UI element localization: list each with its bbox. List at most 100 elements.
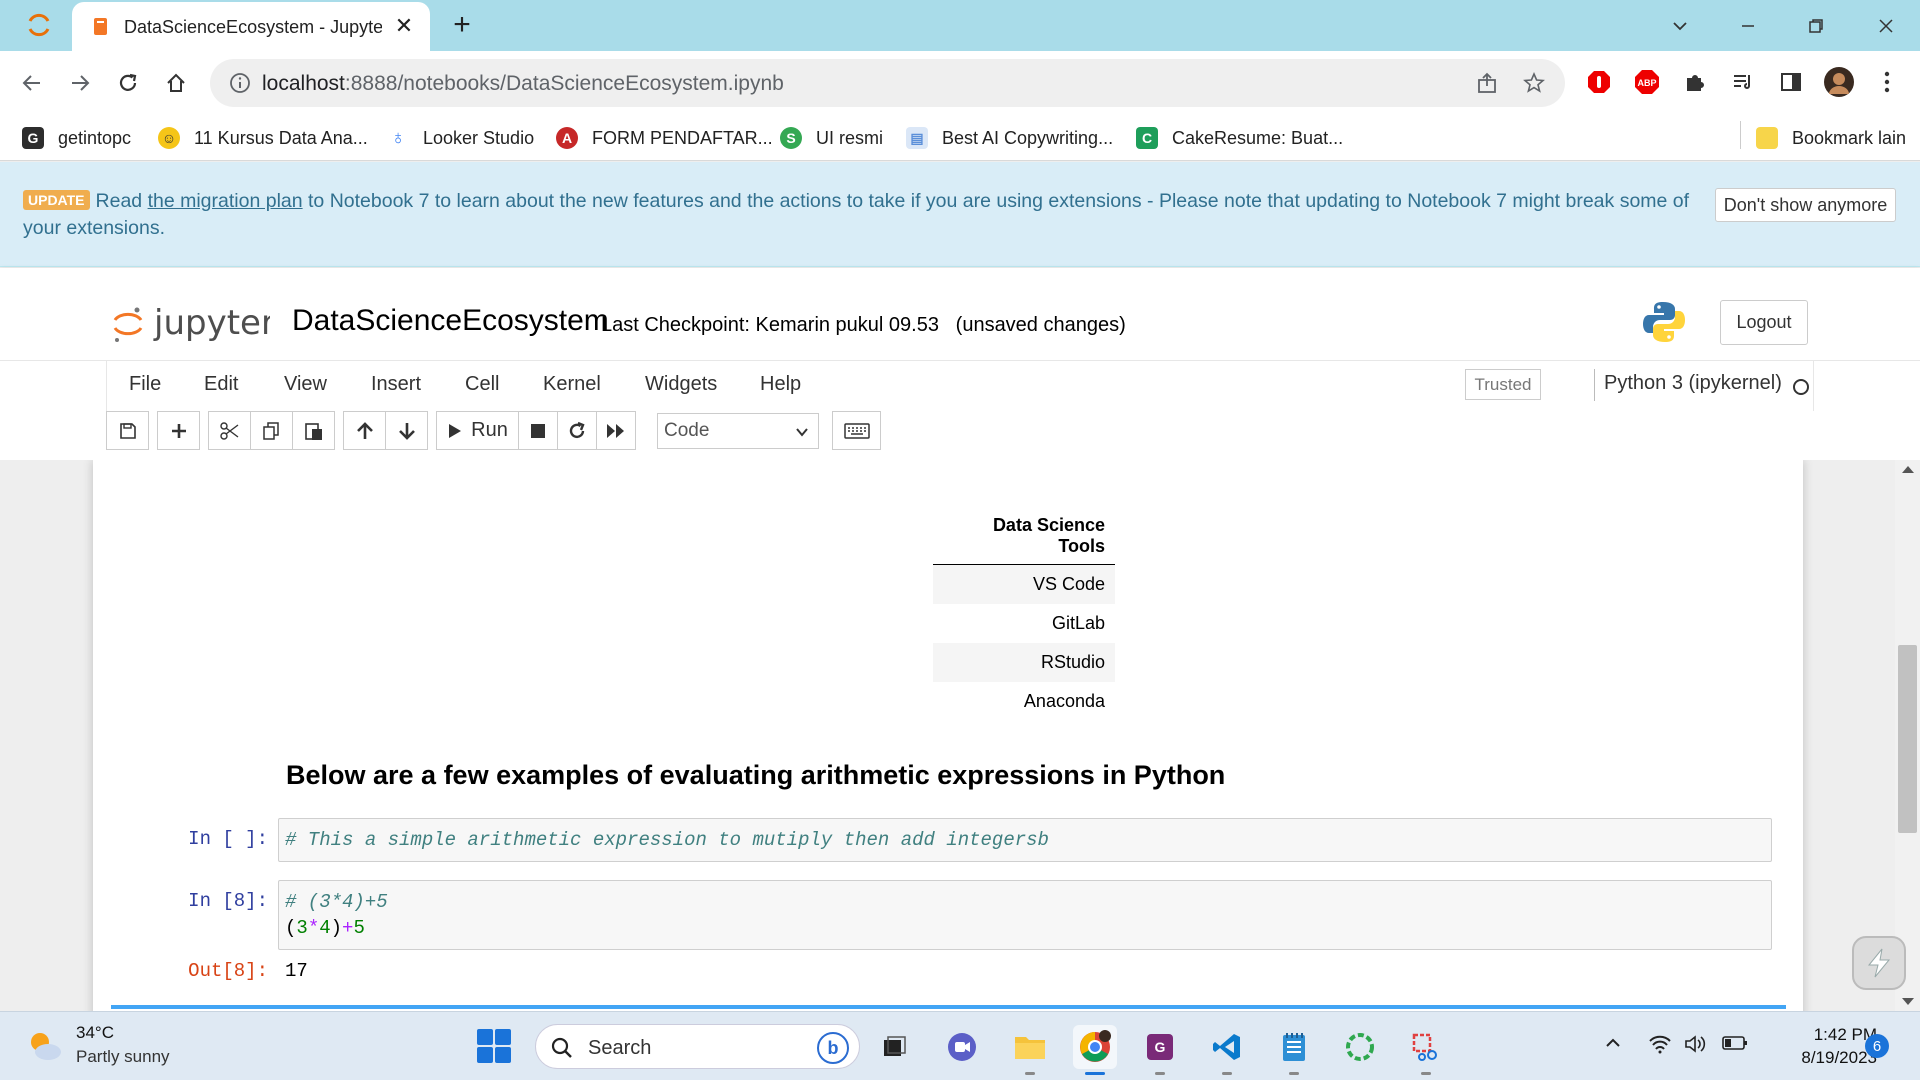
new-tab-button[interactable]: + (446, 10, 478, 42)
bookmark-divider (1740, 121, 1741, 149)
profile-avatar[interactable] (1824, 67, 1854, 97)
menu-file[interactable]: File (129, 373, 161, 396)
taskbar-search[interactable]: Search b (535, 1024, 860, 1069)
python-logo-icon (1643, 302, 1685, 342)
weather-description[interactable]: Partly sunny (76, 1047, 170, 1067)
menu-view[interactable]: View (284, 373, 327, 396)
volume-icon[interactable] (1684, 1034, 1708, 1059)
bookmark-getintopc[interactable]: Ggetintopc (22, 125, 131, 151)
restart-kernel-button[interactable] (557, 411, 597, 450)
cell-type-select[interactable]: Code (657, 413, 819, 449)
browser-menu-icon[interactable] (26, 12, 52, 38)
vscode-icon[interactable] (1205, 1025, 1249, 1075)
save-button[interactable] (106, 411, 149, 450)
bookmark-star-icon[interactable] (1522, 71, 1546, 95)
menu-edit[interactable]: Edit (204, 373, 238, 396)
bing-icon[interactable]: b (817, 1032, 849, 1064)
migration-plan-link[interactable]: the migration plan (148, 190, 303, 212)
jupyter-logo[interactable]: jupyter (110, 300, 270, 348)
bookmark-form-pendaftar[interactable]: A FORM PENDAFTAR... (556, 125, 773, 151)
bookmarks-bar: Ggetintopc ☺ 11 Kursus Data Ana... ♁ Looke… (0, 115, 1920, 161)
url-text[interactable]: localhost:8888/notebooks/DataScienceEcos… (262, 72, 784, 96)
menu-insert[interactable]: Insert (371, 373, 421, 396)
restore-icon[interactable] (1796, 8, 1836, 44)
bookmark-best-ai[interactable]: ▤ Best AI Copywriting... (906, 125, 1113, 151)
weather-temperature[interactable]: 34°C (76, 1023, 114, 1043)
notepad-icon[interactable] (1272, 1025, 1316, 1075)
reload-icon[interactable] (110, 65, 146, 101)
interrupt-button[interactable] (518, 411, 558, 450)
copy-button[interactable] (250, 411, 293, 450)
bookmark-looker-studio[interactable]: ♁ Looker Studio (387, 125, 535, 151)
code-operator: * (307, 917, 320, 939)
system-clock[interactable]: 1:42 PM 8/19/2023 (1767, 1023, 1877, 1069)
menu-kernel[interactable]: Kernel (543, 373, 601, 396)
back-arrow-icon[interactable] (14, 65, 50, 101)
scroll-down-icon[interactable] (1902, 998, 1914, 1005)
bookmark-ui-resmi[interactable]: S UI resmi (780, 125, 883, 151)
paste-button[interactable] (292, 411, 335, 450)
markdown-heading: Below are a few examples of evaluating a… (286, 760, 1226, 790)
circular-app-icon[interactable] (1338, 1025, 1382, 1069)
bookmark-kursus[interactable]: ☺ 11 Kursus Data Ana... (158, 125, 368, 151)
forward-arrow-icon[interactable] (62, 65, 98, 101)
notebook-name[interactable]: DataScienceEcosystem (292, 304, 609, 338)
tab-close-icon[interactable]: ✕ (392, 14, 416, 38)
page-scrollbar[interactable] (1895, 460, 1920, 1011)
url-bar[interactable]: localhost:8888/notebooks/DataScienceEcos… (210, 59, 1565, 107)
minimize-icon[interactable] (1728, 8, 1768, 44)
run-button[interactable]: Run (436, 411, 519, 450)
scroll-up-icon[interactable] (1902, 466, 1914, 473)
site-info-icon[interactable] (228, 71, 252, 95)
code-cell[interactable]: # This a simple arithmetic expression to… (278, 818, 1772, 862)
share-icon[interactable] (1475, 71, 1499, 95)
task-view-icon[interactable] (872, 1025, 916, 1069)
cut-button[interactable] (208, 411, 251, 450)
command-palette-button[interactable] (832, 411, 881, 450)
file-explorer-icon[interactable] (1008, 1025, 1052, 1075)
wifi-icon[interactable] (1648, 1034, 1672, 1059)
chrome-taskbar-icon[interactable] (1073, 1025, 1117, 1075)
bookmark-label: FORM PENDAFTAR... (592, 127, 773, 148)
home-icon[interactable] (158, 65, 194, 101)
side-panel-icon[interactable] (1776, 67, 1806, 97)
media-queue-icon[interactable] (1728, 67, 1758, 97)
snipping-tool-icon[interactable] (1404, 1025, 1448, 1075)
menu-cell[interactable]: Cell (465, 373, 499, 396)
start-button[interactable] (477, 1029, 511, 1063)
search-placeholder: Search (588, 1037, 652, 1059)
bookmark-other-folder[interactable]: Bookmark lain (1756, 125, 1906, 151)
adblock-plus-icon[interactable]: ABP (1632, 67, 1662, 97)
restart-run-all-button[interactable] (596, 411, 636, 450)
battery-icon[interactable] (1722, 1034, 1748, 1057)
bookmark-cakeresume[interactable]: C CakeResume: Buat... (1136, 125, 1343, 151)
code-cell[interactable]: # (3*4)+5 (3*4)+5 (278, 880, 1772, 950)
kernel-name[interactable]: Python 3 (ipykernel) (1604, 372, 1782, 395)
pdf-app-icon[interactable]: G (1138, 1025, 1182, 1075)
trusted-indicator[interactable]: Trusted (1465, 369, 1541, 400)
move-up-button[interactable] (343, 411, 386, 450)
active-tab[interactable]: DataScienceEcosystem - Jupyter N ✕ (72, 2, 430, 51)
tab-search-icon[interactable] (1660, 8, 1700, 44)
menu-help[interactable]: Help (760, 373, 801, 396)
windows-logo-tile (477, 1029, 493, 1045)
insert-cell-button[interactable] (157, 411, 200, 450)
partly-sunny-icon[interactable] (24, 1026, 64, 1066)
browser-menu-kebab-icon[interactable] (1872, 67, 1902, 97)
dont-show-anymore-button[interactable]: Don't show anymore (1715, 188, 1896, 222)
teams-chat-icon[interactable] (940, 1025, 984, 1069)
extensions-puzzle-icon[interactable] (1680, 67, 1710, 97)
menu-widgets[interactable]: Widgets (645, 373, 717, 396)
looker-icon: ♁ (390, 126, 406, 149)
scroll-thumb[interactable] (1898, 645, 1917, 833)
logout-button[interactable]: Logout (1720, 300, 1808, 345)
opera-extension-icon[interactable] (1584, 67, 1614, 97)
close-window-icon[interactable] (1866, 8, 1906, 44)
code-number: 5 (353, 917, 365, 939)
move-down-button[interactable] (385, 411, 428, 450)
notification-badge[interactable]: 6 (1865, 1034, 1889, 1058)
table-row: VS Code (933, 564, 1115, 604)
c-icon: C (1136, 127, 1158, 149)
show-hidden-icons-chevron-up-icon[interactable] (1604, 1034, 1622, 1057)
floating-assistant-button[interactable] (1852, 936, 1906, 990)
